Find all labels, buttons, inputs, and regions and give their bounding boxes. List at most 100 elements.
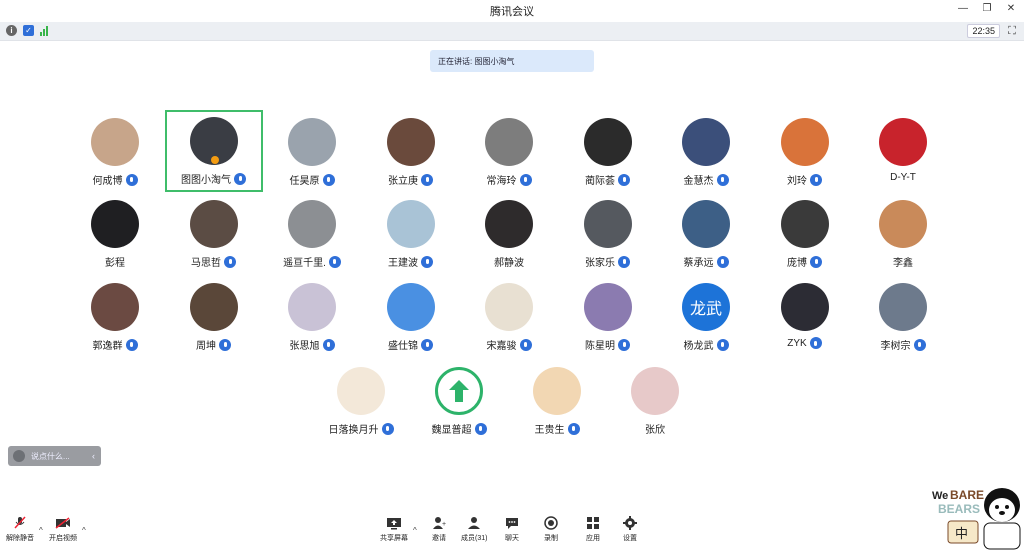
avatar (288, 200, 336, 248)
participant-tile[interactable]: 张欣 (606, 362, 704, 444)
share-screen-button[interactable]: 共享屏幕 (380, 516, 408, 543)
participant-name: 蔺际荟 (585, 176, 615, 187)
audio-options-icon[interactable]: ^ (39, 526, 43, 535)
avatar (485, 118, 533, 166)
chat-button[interactable]: 聊天 (504, 516, 520, 543)
participant-tile[interactable]: 魏显普超 (410, 362, 508, 444)
apps-button[interactable]: 应用 (585, 516, 601, 543)
participant-name-row: 张欣 (645, 421, 665, 436)
participant-name-row: 图图小淘气 (181, 171, 246, 186)
participant-grid: 何成博 图图小淘气 任昊原 张立庚 常海玲 蔺际荟 金慧杰 刘玲 D-Y-T 彭程 马思哲 遥亘千里.… (0, 0, 1024, 500)
participant-tile[interactable]: 陈星明 (559, 278, 657, 360)
unmute-label: 解除静音 (6, 535, 34, 542)
participant-name-row: 宋嘉骏 (487, 337, 532, 352)
participant-tile[interactable]: 蔡承远 (657, 195, 755, 277)
participant-tile[interactable]: 宋嘉骏 (460, 278, 558, 360)
record-label: 录制 (544, 535, 558, 542)
participant-tile[interactable]: 蔺际荟 (559, 113, 657, 195)
participant-tile[interactable]: 郭逸群 (66, 278, 164, 360)
participant-tile[interactable]: 金慧杰 (657, 113, 755, 195)
participant-name: 周坤 (196, 341, 216, 352)
participant-tile[interactable]: 王建波 (362, 195, 460, 277)
avatar (435, 367, 483, 415)
avatar (189, 200, 238, 248)
avatar (91, 118, 139, 166)
participant-tile[interactable]: 张家乐 (559, 195, 657, 277)
participant-name-row: 刘玲 (787, 172, 822, 187)
participant-name: 任昊原 (289, 176, 320, 187)
avatar (91, 200, 139, 248)
settings-button[interactable]: 设置 (622, 516, 638, 543)
participant-tile[interactable]: 龙武 杨龙武 (657, 278, 755, 360)
record-button[interactable]: 录制 (543, 516, 559, 543)
collapse-chat-icon[interactable]: ‹ (92, 451, 95, 461)
avatar (91, 283, 139, 331)
mic-icon (125, 173, 138, 186)
participant-name-row: 马思哲 (191, 254, 236, 269)
participant-name: 李鑫 (893, 258, 913, 269)
participant-tile[interactable]: 李鑫 (854, 195, 952, 277)
mic-icon (421, 338, 433, 351)
participant-tile[interactable]: 张立庚 (362, 113, 460, 195)
participant-tile[interactable]: 刘玲 (756, 113, 854, 195)
avatar (288, 283, 336, 331)
participant-tile[interactable]: 周坤 (165, 278, 263, 360)
share-options-icon[interactable]: ^ (413, 526, 417, 535)
participant-name-row: 李树宗 (881, 337, 926, 352)
participant-tile[interactable]: ZYK (756, 278, 854, 360)
participant-name-row: ZYK (787, 337, 822, 349)
participant-tile[interactable]: 遥亘千里. (263, 195, 361, 277)
svg-text:BEARS: BEARS (938, 502, 980, 516)
participant-tile[interactable]: 日落换月升 (312, 362, 410, 444)
avatar (780, 200, 829, 248)
participant-name: 刘玲 (787, 176, 807, 187)
participant-tile[interactable]: 王贵生 (508, 362, 606, 444)
start-video-button[interactable]: 开启视频 (49, 516, 77, 543)
participant-name-row: 王建波 (388, 254, 433, 269)
participant-tile[interactable]: 李树宗 (854, 278, 952, 360)
participant-tile[interactable]: 何成博 (66, 113, 164, 195)
participant-tile[interactable]: 图图小淘气 (164, 110, 263, 192)
participant-tile[interactable]: 任昊原 (263, 113, 361, 195)
unmute-button[interactable]: 解除静音 (6, 516, 34, 543)
participant-name-row: 郭逸群 (93, 337, 138, 352)
up-arrow-icon (449, 380, 469, 402)
participant-name: 图图小淘气 (181, 175, 231, 186)
participant-name: 金慧杰 (683, 176, 714, 187)
participant-name: 陈星明 (585, 341, 615, 352)
bottom-toolbar: 解除静音 ^ 开启视频 ^ 共享屏幕 ^ + 邀请 成员(31) 聊天 录制 应… (0, 512, 1024, 550)
participant-name-row: 郝静波 (494, 254, 524, 269)
participant-name: 马思哲 (191, 258, 221, 269)
video-options-icon[interactable]: ^ (82, 526, 86, 535)
participant-name: 宋嘉骏 (486, 341, 517, 352)
avatar (337, 367, 385, 415)
apps-icon (585, 516, 601, 530)
participant-tile[interactable]: 庞博 (756, 195, 854, 277)
chat-input[interactable]: 说点什么... ‹ (8, 446, 101, 466)
participant-name-row: 杨龙武 (684, 337, 729, 352)
participant-name: 张欣 (645, 425, 665, 436)
settings-label: 设置 (623, 535, 637, 542)
participant-name: 蔡承远 (683, 258, 714, 269)
participant-name: 张立庚 (388, 176, 418, 187)
members-button[interactable]: 成员(31) (461, 516, 487, 543)
avatar (879, 200, 927, 248)
participant-tile[interactable]: 常海玲 (460, 113, 558, 195)
participant-name-row: 张立庚 (388, 172, 433, 187)
participant-name: 王建波 (388, 258, 418, 269)
participant-tile[interactable]: D-Y-T (854, 113, 952, 195)
avatar (485, 200, 533, 248)
invite-button[interactable]: + 邀请 (431, 516, 447, 543)
participant-tile[interactable]: 张思旭 (263, 278, 361, 360)
participant-tile[interactable]: 彭程 (66, 195, 164, 277)
participant-name-row: 金慧杰 (684, 172, 729, 187)
emoji-icon[interactable] (13, 450, 25, 462)
avatar (682, 118, 730, 166)
participant-tile[interactable]: 盛仕锦 (362, 278, 460, 360)
mic-icon (421, 255, 433, 268)
participant-tile[interactable]: 郝静波 (460, 195, 558, 277)
avatar (386, 200, 435, 248)
bear-sticker: We BARE BEARS 中 (928, 475, 1024, 550)
participant-name-row: 盛仕锦 (388, 337, 433, 352)
participant-tile[interactable]: 马思哲 (165, 195, 263, 277)
